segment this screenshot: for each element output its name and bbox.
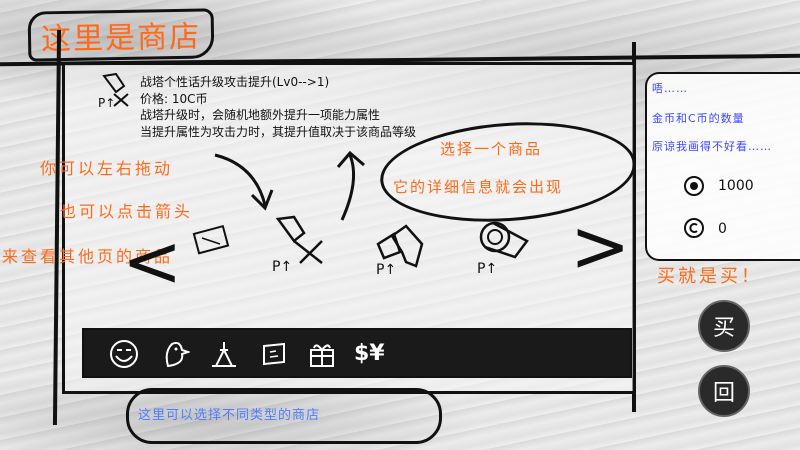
tab-tower[interactable] bbox=[208, 338, 240, 370]
tab-smiley[interactable] bbox=[108, 338, 140, 370]
item-level-label: P↑ bbox=[98, 96, 116, 110]
pointer-arrow-icon bbox=[336, 150, 365, 221]
item-description: 战塔个性话升级攻击提升(Lv0-->1) 价格: 10C币 战塔升级时，会随机地… bbox=[140, 74, 416, 140]
select-hint-line1: 选择一个商品 bbox=[440, 140, 543, 158]
tab-money[interactable]: $¥ bbox=[354, 338, 394, 370]
chick-icon bbox=[165, 341, 192, 368]
c-amount: 0 bbox=[718, 221, 727, 237]
gift-box-icon bbox=[310, 344, 334, 367]
money-icon: $¥ bbox=[354, 341, 385, 366]
side-note-1: 唔…… bbox=[652, 82, 688, 95]
prev-page-arrow[interactable]: < bbox=[122, 225, 182, 297]
page-title: 这里是商店 bbox=[27, 8, 215, 62]
buy-hint: 买就是买！ bbox=[657, 266, 762, 287]
shop-type-hint: 这里可以选择不同类型的商店 bbox=[138, 408, 321, 423]
product-slot[interactable]: P↑ bbox=[270, 215, 360, 285]
tab-gift[interactable] bbox=[306, 338, 338, 370]
drag-hint: 你可以左右拖动 bbox=[40, 159, 174, 178]
tab-scroll[interactable] bbox=[258, 338, 290, 370]
buy-button[interactable]: 买 bbox=[698, 300, 750, 352]
tower-icon bbox=[212, 342, 236, 367]
gold-amount: 1000 bbox=[718, 178, 754, 194]
scroll-item-icon[interactable] bbox=[190, 218, 235, 263]
product-label: P↑ bbox=[376, 262, 397, 278]
back-button[interactable]: 回 bbox=[698, 365, 750, 417]
shop-type-tab-bar: $¥ bbox=[82, 328, 632, 378]
cannon-icon bbox=[479, 221, 529, 259]
product-label: P↑ bbox=[272, 259, 293, 275]
product-slot[interactable]: P↑ bbox=[372, 222, 462, 292]
product-label: P↑ bbox=[477, 261, 498, 277]
smiley-face-icon bbox=[110, 340, 138, 368]
c-coin-icon bbox=[684, 218, 704, 238]
item-name: 战塔个性话升级攻击提升(Lv0-->1) bbox=[140, 75, 330, 89]
item-desc-line1: 战塔升级时，会随机地额外提升一项能力属性 bbox=[140, 108, 381, 122]
tab-chick[interactable] bbox=[158, 338, 192, 370]
tower-flag-icon bbox=[275, 215, 323, 264]
next-page-arrow[interactable]: > bbox=[570, 210, 630, 282]
side-note-2: 金币和C币的数量 bbox=[652, 112, 745, 125]
scroll-icon bbox=[263, 342, 285, 366]
product-slot[interactable]: P↑ bbox=[475, 215, 565, 285]
pointer-arrow-icon bbox=[214, 153, 274, 211]
select-hint-line2: 它的详细信息就会出现 bbox=[393, 178, 564, 196]
item-price: 价格: 10C币 bbox=[140, 91, 208, 106]
gold-coin-icon bbox=[684, 176, 704, 196]
side-note-3: 原谅我画得不好看…… bbox=[652, 140, 772, 153]
item-desc-line2: 当提升属性为攻击力时，其提升值取决于该商品等级 bbox=[140, 124, 417, 139]
